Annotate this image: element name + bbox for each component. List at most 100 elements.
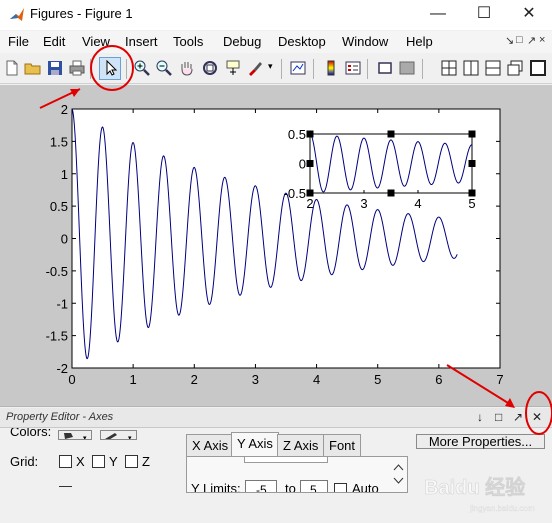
grid-x-label: X: [76, 454, 85, 469]
spinner-arrows-icon: [393, 464, 404, 484]
x-tick-label: 7: [496, 372, 503, 387]
maximize-button[interactable]: ☐: [461, 0, 507, 30]
link-plot-icon[interactable]: [289, 59, 307, 77]
inset-x-tick-label: 2: [306, 196, 313, 211]
pe-dock-icon[interactable]: ↓: [477, 410, 483, 424]
y-label-field[interactable]: [244, 457, 328, 463]
paint-bucket-icon: ▾: [64, 433, 87, 440]
inset-x-tick-label: 3: [360, 196, 367, 211]
legend-icon[interactable]: [344, 59, 362, 77]
selection-handle[interactable]: [387, 189, 395, 197]
close-window-button[interactable]: ✕: [506, 0, 552, 30]
menu-desktop[interactable]: Desktop: [278, 34, 326, 49]
rotate-3d-icon[interactable]: [201, 59, 219, 77]
tab-y-axis[interactable]: Y Axis: [231, 432, 279, 457]
pan-hand-icon[interactable]: [178, 59, 196, 77]
selection-handle[interactable]: [468, 189, 476, 197]
show-plot-tools-icon[interactable]: [398, 59, 416, 77]
tile-left-right-icon[interactable]: [462, 59, 480, 77]
face-color-picker[interactable]: ▾: [58, 430, 92, 440]
zoom-in-icon[interactable]: [133, 59, 151, 77]
x-tick-label: 3: [252, 372, 259, 387]
selection-handle[interactable]: [387, 130, 395, 138]
grid-y-label: Y: [109, 454, 118, 469]
y-tick-label: 0.5: [50, 199, 68, 214]
selection-handle[interactable]: [306, 189, 314, 197]
x-tick-label: 4: [313, 372, 320, 387]
tile-top-bottom-icon[interactable]: [484, 59, 502, 77]
y-limits-auto-checkbox[interactable]: [334, 483, 347, 492]
colorbar-icon[interactable]: [322, 59, 340, 77]
brush-dropdown-icon[interactable]: ▾: [268, 61, 273, 72]
edge-color-picker[interactable]: ▾: [100, 430, 137, 440]
pe-close-icon[interactable]: ✕: [532, 410, 542, 424]
tab-font[interactable]: Font: [323, 434, 362, 456]
menu-window[interactable]: Window: [342, 34, 388, 49]
print-icon[interactable]: [68, 59, 86, 77]
data-cursor-icon[interactable]: [224, 59, 242, 77]
selection-handle[interactable]: [468, 160, 476, 167]
menu-edit[interactable]: Edit: [43, 34, 65, 49]
grid-y-checkbox[interactable]: [92, 455, 105, 468]
svg-text:▾: ▾: [83, 435, 87, 440]
x-tick-label: 2: [191, 372, 198, 387]
tab-x-axis[interactable]: X Axis: [186, 434, 235, 456]
maximize-icon[interactable]: [529, 59, 547, 77]
menu-help[interactable]: Help: [406, 34, 433, 49]
inset-y-tick-label: 0: [299, 157, 306, 172]
undock-icon[interactable]: ↗: [527, 34, 536, 47]
menu-debug[interactable]: Debug: [223, 34, 261, 49]
zoom-out-icon[interactable]: [155, 59, 173, 77]
restore-icon[interactable]: □: [516, 34, 523, 46]
y-tick-label: -0.5: [46, 264, 68, 279]
brush-icon[interactable]: [246, 59, 264, 77]
partial-checkbox[interactable]: [59, 486, 72, 488]
tab-z-axis[interactable]: Z Axis: [277, 434, 325, 456]
figure-canvas: 0 1 2 3 4 5 6 7 2 1.5 1 0.5 0 -0.5 -1 -1.5 -2 2 3 4 5 0.5 0 -0…: [0, 85, 552, 406]
toolbar: ▾: [0, 54, 552, 84]
selection-handle[interactable]: [468, 130, 476, 138]
y-limits-auto-label: Auto: [352, 481, 379, 493]
hide-plot-tools-icon[interactable]: [376, 59, 394, 77]
dock-icon[interactable]: ↘: [505, 34, 514, 47]
inset-y-tick-label: -0.5: [284, 186, 306, 201]
save-icon[interactable]: [46, 59, 64, 77]
y-tick-label: -2: [56, 361, 68, 376]
property-editor-title: Property Editor - Axes: [6, 411, 114, 423]
more-properties-button[interactable]: More Properties...: [416, 434, 545, 449]
y-limit-min-field[interactable]: -5: [245, 480, 277, 492]
y-limit-max-field[interactable]: 5: [300, 480, 328, 492]
new-figure-icon[interactable]: [3, 59, 21, 77]
menu-insert[interactable]: Insert: [125, 34, 158, 49]
x-tick-label: 5: [374, 372, 381, 387]
open-file-icon[interactable]: [24, 59, 42, 77]
grid-z-checkbox[interactable]: [125, 455, 138, 468]
tile-2x2-icon[interactable]: [440, 59, 458, 77]
menu-bar: File Edit View Insert Tools Debug Deskto…: [0, 31, 552, 53]
y-tick-label: 1.5: [50, 134, 68, 149]
y-limits-to-label: to: [285, 481, 296, 493]
menu-tools[interactable]: Tools: [173, 34, 203, 49]
x-tick-label: 0: [68, 372, 75, 387]
pen-icon: ▾: [105, 433, 132, 440]
toolbar-separator: [367, 59, 368, 79]
float-icon[interactable]: [506, 59, 524, 77]
selection-handle[interactable]: [306, 130, 314, 138]
close-figure-icon[interactable]: ×: [539, 34, 545, 46]
menu-file[interactable]: File: [8, 34, 29, 49]
y-tick-label: -1: [56, 296, 68, 311]
pe-restore-icon[interactable]: □: [495, 410, 502, 424]
tab-panel: Y Limits: -5 to 5 Auto: [186, 456, 408, 493]
grid-x-checkbox[interactable]: [59, 455, 72, 468]
select-arrow-icon[interactable]: [101, 59, 119, 77]
property-editor-header: Property Editor - Axes ↓ □ ↗ ✕: [0, 408, 552, 428]
svg-text:▾: ▾: [128, 435, 132, 440]
window-title: Figures - Figure 1: [30, 6, 133, 21]
pe-undock-icon[interactable]: ↗: [513, 410, 523, 424]
figure-svg: 0 1 2 3 4 5 6 7 2 1.5 1 0.5 0 -0.5 -1 -1.5 -2 2 3 4 5 0.5 0 -0…: [46, 102, 504, 387]
y-tick-label: 1: [61, 167, 68, 182]
selection-handle[interactable]: [306, 160, 314, 167]
minimize-button[interactable]: —: [415, 0, 461, 30]
menu-view[interactable]: View: [82, 34, 110, 49]
scroll-spinner[interactable]: [391, 461, 406, 487]
